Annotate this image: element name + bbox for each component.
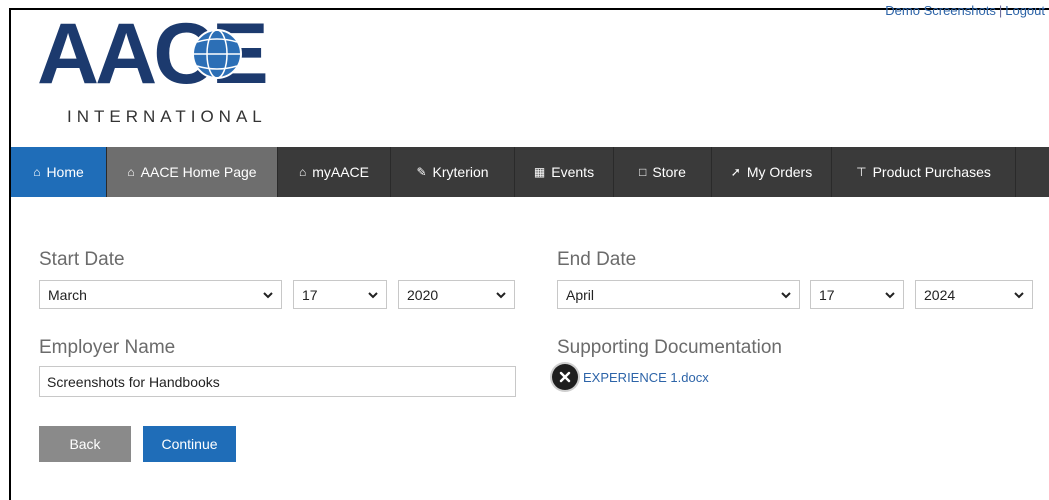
nav-label: Store: [652, 164, 686, 180]
supporting-documentation-label: Supporting Documentation: [557, 337, 782, 358]
nav-my-orders[interactable]: ➚ My Orders: [712, 147, 832, 197]
nav-label: myAACE: [312, 164, 370, 180]
top-links: Demo Screenshots | Logout: [885, 3, 1045, 18]
home-icon: ⌂: [127, 165, 135, 179]
nav-kryterion[interactable]: ✎ Kryterion: [391, 147, 515, 197]
employer-name-value: Screenshots for Handbooks: [47, 373, 220, 390]
nav-label: My Orders: [746, 164, 813, 180]
end-day-select[interactable]: 17: [810, 280, 904, 309]
edit-icon: ✎: [416, 165, 427, 179]
nav-label: Home: [46, 164, 84, 180]
chevron-down-icon: [263, 292, 273, 299]
employer-name-label: Employer Name: [39, 337, 176, 358]
close-icon: [559, 371, 571, 383]
end-day-value: 17: [819, 286, 835, 303]
calendar-icon: ▦: [533, 165, 546, 179]
start-month-select[interactable]: March: [39, 280, 282, 309]
nav-label: Product Purchases: [872, 164, 991, 180]
start-year-select[interactable]: 2020: [398, 280, 515, 309]
start-day-value: 17: [302, 286, 318, 303]
demo-screenshots-link[interactable]: Demo Screenshots: [885, 3, 996, 18]
nav-aace-home-page[interactable]: ⌂ AACE Home Page: [107, 147, 278, 197]
start-year-value: 2020: [407, 286, 439, 303]
chevron-down-icon: [781, 292, 791, 299]
attached-file-link[interactable]: EXPERIENCE 1.docx: [583, 370, 709, 385]
cart-icon: □: [639, 165, 647, 179]
chevron-down-icon: [496, 292, 506, 299]
start-day-select[interactable]: 17: [293, 280, 387, 309]
home-icon: ⌂: [298, 165, 307, 179]
pin-icon: ➚: [730, 165, 741, 179]
end-date-label: End Date: [557, 249, 637, 270]
nav-product-purchases[interactable]: ⊤ Product Purchases: [832, 147, 1016, 197]
chevron-down-icon: [885, 292, 895, 299]
start-month-value: March: [48, 286, 87, 303]
home-icon: ⌂: [33, 165, 41, 179]
nav-label: AACE Home Page: [140, 164, 257, 180]
globe-icon: [192, 29, 242, 79]
top-links-separator: |: [998, 3, 1003, 18]
chevron-down-icon: [1014, 292, 1024, 299]
logo-sub-text: INTERNATIONAL: [67, 107, 267, 126]
remove-file-button[interactable]: [552, 364, 578, 390]
filter-icon: ⊤: [856, 165, 867, 179]
nav-label: Events: [551, 164, 595, 180]
chevron-down-icon: [368, 292, 378, 299]
nav-myaace[interactable]: ⌂ myAACE: [278, 147, 391, 197]
start-date-label: Start Date: [39, 249, 125, 270]
end-month-value: April: [566, 286, 595, 303]
nav-label: Kryterion: [432, 164, 489, 180]
end-month-select[interactable]: April: [557, 280, 800, 309]
back-button[interactable]: Back: [39, 426, 131, 462]
employer-name-input[interactable]: Screenshots for Handbooks: [39, 366, 516, 397]
continue-button[interactable]: Continue: [143, 426, 236, 462]
nav-store[interactable]: □ Store: [614, 147, 712, 197]
aace-logo[interactable]: AACE INTERNATIONAL: [37, 6, 337, 130]
logout-link[interactable]: Logout: [1005, 3, 1045, 18]
main-nav: ⌂ Home ⌂ AACE Home Page ⌂ myAACE ✎ Kryte…: [11, 147, 1049, 197]
nav-events[interactable]: ▦ Events: [515, 147, 614, 197]
end-year-value: 2024: [924, 286, 956, 303]
nav-home[interactable]: ⌂ Home: [11, 147, 107, 197]
end-year-select[interactable]: 2024: [915, 280, 1033, 309]
